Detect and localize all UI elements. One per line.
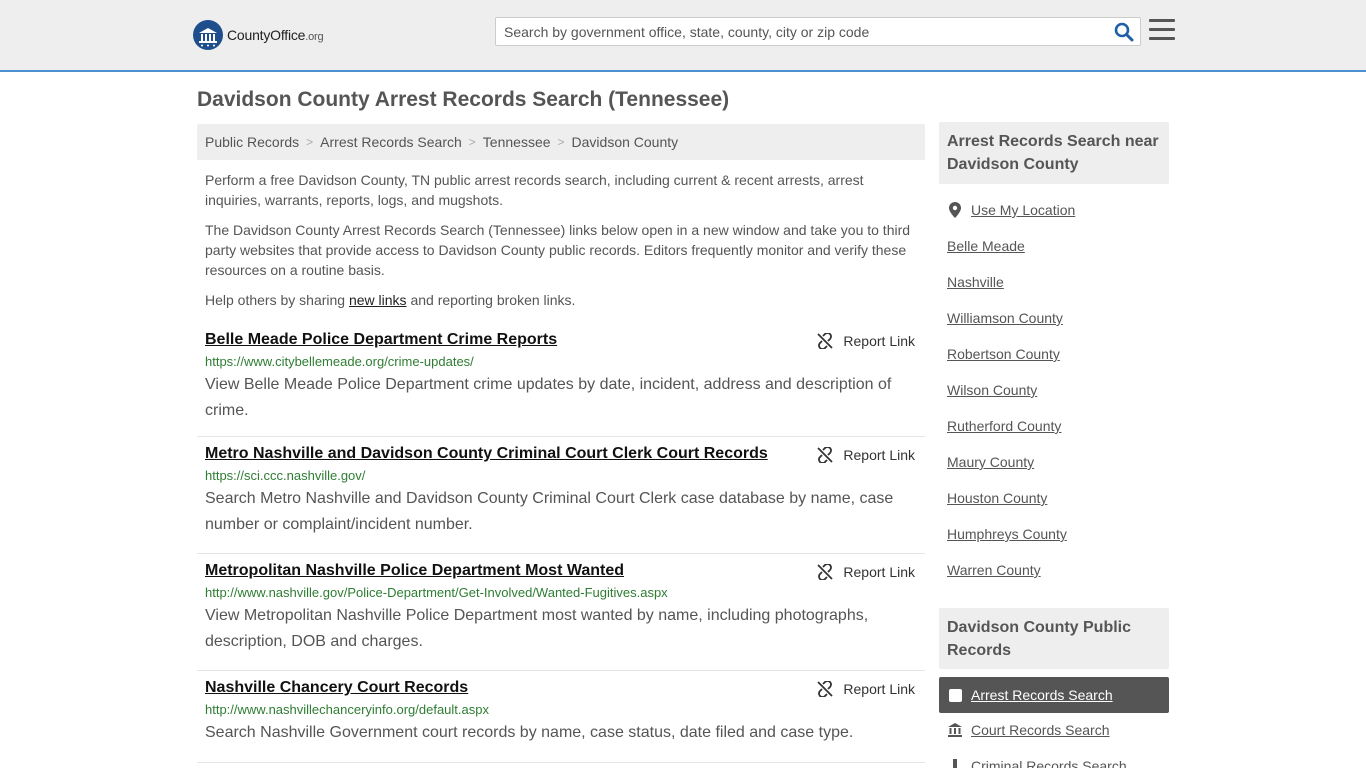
sidebar-item-belle-meade[interactable]: Belle Meade [947, 228, 1075, 264]
sidebar-item-houston-county[interactable]: Houston County [947, 480, 1075, 516]
record-item: Metropolitan Nashville Police Department… [197, 554, 925, 671]
broken-link-icon [817, 564, 834, 580]
search-icon[interactable] [1114, 22, 1134, 42]
sidebar-item-label: Criminal Records Search [971, 758, 1127, 768]
intro-paragraph-3: Help others by sharing new links and rep… [205, 290, 915, 310]
sidebar-item-nashville[interactable]: Nashville [947, 264, 1075, 300]
breadcrumb-separator: > [306, 135, 314, 149]
broken-link-icon [817, 447, 834, 463]
breadcrumb-item-tennessee[interactable]: Tennessee [483, 134, 551, 150]
record-title-link[interactable]: Nashville Chancery Court Records [205, 679, 468, 697]
intro-paragraph-1: Perform a free Davidson County, TN publi… [205, 172, 864, 208]
sidebar-item-arrest-records-search[interactable]: Arrest Records Search [939, 677, 1169, 713]
sidebar-near-title: Arrest Records Search near Davidson Coun… [939, 122, 1169, 184]
courthouse-icon [947, 723, 963, 737]
report-link-button[interactable]: Report Link [817, 447, 915, 463]
sidebar-item-court-records-search[interactable]: Court Records Search [947, 722, 1110, 738]
record-title-link[interactable]: Metropolitan Nashville Police Department… [205, 562, 624, 580]
record-title-link[interactable]: Metro Nashville and Davidson County Crim… [205, 445, 768, 463]
use-my-location-label: Use My Location [971, 202, 1076, 218]
intro-text: Help others by sharing [205, 292, 349, 308]
record-item: Nashville Chancery Court Records http://… [197, 671, 925, 763]
record-description: View Belle Meade Police Department crime… [205, 376, 892, 419]
logo-text: CountyOffice.org [227, 27, 324, 43]
handcuff-icon [947, 759, 963, 768]
sidebar-item-wilson-county[interactable]: Wilson County [947, 372, 1075, 408]
new-links-link[interactable]: new links [349, 292, 407, 308]
sidebar-item-humphreys-county[interactable]: Humphreys County [947, 516, 1075, 552]
sidebar-item-rutherford-county[interactable]: Rutherford County [947, 408, 1075, 444]
county-seal-icon [193, 20, 223, 50]
search-box [495, 17, 1141, 46]
map-marker-icon [947, 202, 963, 218]
breadcrumb-item-arrest-records[interactable]: Arrest Records Search [320, 134, 462, 150]
intro-paragraph-2: The Davidson County Arrest Records Searc… [205, 222, 911, 278]
sidebar-public-records-title: Davidson County Public Records [939, 608, 1169, 669]
record-url: http://www.nashvillechanceryinfo.org/def… [205, 702, 489, 717]
broken-link-icon [817, 681, 834, 697]
breadcrumb-item-davidson-county: Davidson County [571, 134, 679, 150]
report-link-button[interactable]: Report Link [817, 681, 915, 697]
sidebar-item-label: Arrest Records Search [971, 687, 1113, 703]
record-url: http://www.nashville.gov/Police-Departme… [205, 585, 668, 600]
record-item: Metro Nashville and Davidson County Crim… [197, 437, 925, 554]
sidebar-item-criminal-records-search[interactable]: Criminal Records Search [947, 758, 1127, 768]
page-title: Davidson County Arrest Records Search (T… [197, 88, 730, 111]
sidebar-item-maury-county[interactable]: Maury County [947, 444, 1075, 480]
report-link-label: Report Link [843, 681, 915, 697]
broken-link-icon [817, 333, 834, 349]
records-list: Belle Meade Police Department Crime Repo… [197, 323, 925, 763]
breadcrumb-separator: > [468, 135, 476, 149]
sidebar-item-label: Court Records Search [971, 722, 1110, 738]
sidebar-item-williamson-county[interactable]: Williamson County [947, 300, 1075, 336]
report-link-label: Report Link [843, 333, 915, 349]
record-item: Belle Meade Police Department Crime Repo… [197, 323, 925, 437]
report-link-label: Report Link [843, 564, 915, 580]
record-url: https://sci.ccc.nashville.gov/ [205, 468, 366, 483]
record-description: Search Metro Nashville and Davidson Coun… [205, 490, 894, 533]
checkbox-icon [949, 688, 962, 702]
record-url: https://www.citybellemeade.org/crime-upd… [205, 354, 474, 369]
intro-text: and reporting broken links. [406, 292, 576, 308]
sidebar-near-links: Use My Location Belle Meade Nashville Wi… [947, 192, 1075, 588]
breadcrumb-separator: > [557, 135, 565, 149]
logo-tld: .org [305, 31, 324, 43]
sidebar-item-robertson-county[interactable]: Robertson County [947, 336, 1075, 372]
breadcrumb: Public Records > Arrest Records Search >… [197, 124, 925, 160]
report-link-button[interactable]: Report Link [817, 564, 915, 580]
site-header: CountyOffice.org [0, 0, 1366, 72]
record-description: Search Nashville Government court record… [205, 724, 854, 741]
search-input[interactable] [496, 18, 1106, 45]
sidebar-item-warren-county[interactable]: Warren County [947, 552, 1075, 588]
hamburger-menu-icon[interactable] [1149, 19, 1175, 43]
record-title-link[interactable]: Belle Meade Police Department Crime Repo… [205, 331, 557, 349]
use-my-location-link[interactable]: Use My Location [947, 192, 1075, 228]
report-link-label: Report Link [843, 447, 915, 463]
breadcrumb-item-public-records[interactable]: Public Records [205, 134, 299, 150]
site-logo[interactable]: CountyOffice.org [193, 20, 324, 50]
record-description: View Metropolitan Nashville Police Depar… [205, 607, 869, 650]
logo-brand: CountyOffice [227, 27, 306, 43]
report-link-button[interactable]: Report Link [817, 333, 915, 349]
